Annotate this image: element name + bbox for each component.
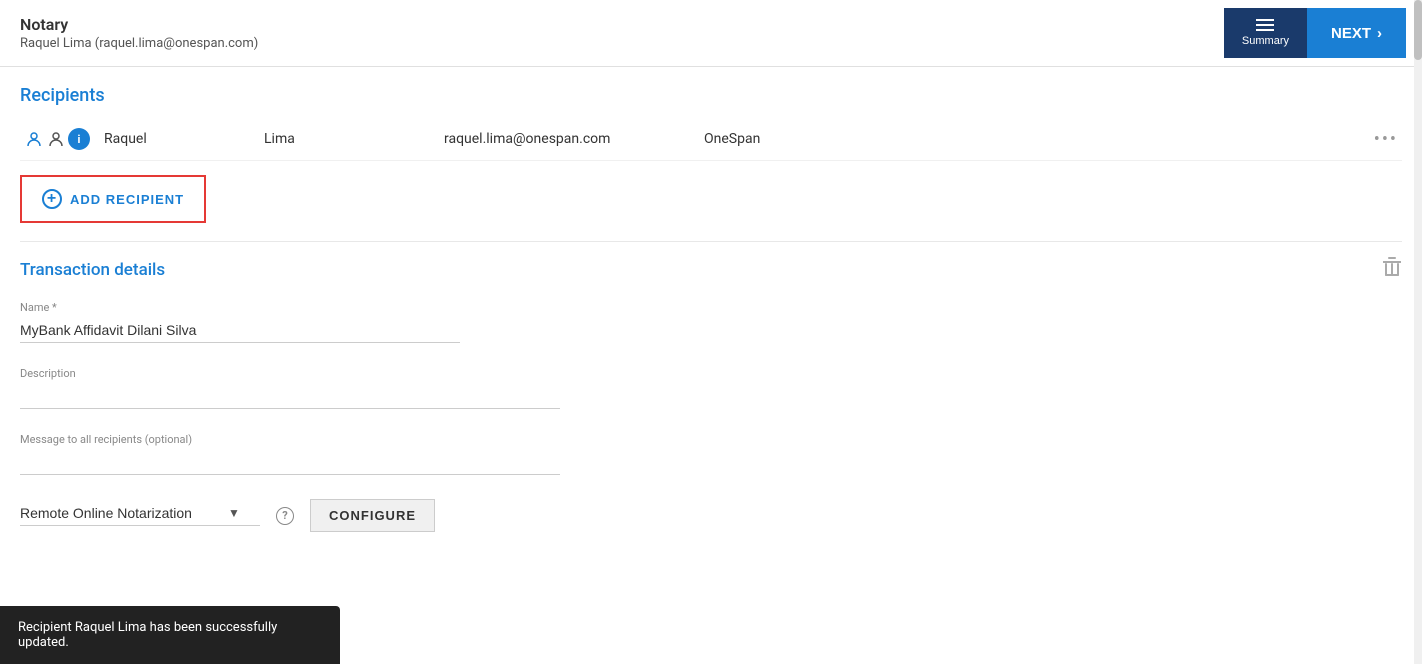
page-subtitle: Raquel Lima (raquel.lima@onespan.com): [20, 36, 258, 51]
message-input[interactable]: [20, 450, 560, 475]
header-left: Notary Raquel Lima (raquel.lima@onespan.…: [20, 15, 258, 51]
summary-button[interactable]: Summary: [1224, 8, 1307, 58]
name-input[interactable]: [20, 318, 460, 343]
next-button[interactable]: NEXT ›: [1307, 8, 1406, 58]
scrollbar-thumb[interactable]: [1414, 0, 1422, 60]
configure-button[interactable]: CONFIGURE: [310, 499, 435, 532]
add-recipient-highlight: + ADD RECIPIENT: [20, 175, 206, 223]
message-field-group: Message to all recipients (optional): [20, 433, 560, 475]
description-label: Description: [20, 367, 560, 380]
name-field-group: Name *: [20, 301, 460, 343]
summary-label: Summary: [1242, 35, 1289, 47]
add-recipient-button[interactable]: + ADD RECIPIENT: [24, 179, 202, 219]
message-label: Message to all recipients (optional): [20, 433, 560, 446]
delete-transaction-icon[interactable]: [1382, 256, 1402, 283]
notarization-type-select[interactable]: Remote Online Notarization: [20, 505, 220, 521]
recipients-section: Recipients: [20, 67, 1402, 237]
recipient-icons: i: [24, 128, 104, 150]
description-field-group: Description: [20, 367, 560, 409]
info-badge-icon: i: [68, 128, 90, 150]
recipient-row: i Raquel Lima raquel.lima@onespan.com On…: [20, 118, 1402, 161]
main-content: Recipients: [0, 67, 1422, 552]
summary-icon: [1256, 19, 1274, 33]
recipient-first-name: Raquel: [104, 131, 264, 147]
recipient-email: raquel.lima@onespan.com: [444, 131, 704, 147]
recipient-org: OneSpan: [704, 131, 1374, 147]
bottom-section: Remote Online Notarization ▼ ? CONFIGURE: [20, 499, 1402, 532]
toast-message: Recipient Raquel Lima has been successfu…: [18, 620, 277, 650]
notarization-dropdown-wrapper: Remote Online Notarization ▼: [20, 505, 260, 526]
recipient-last-name: Lima: [264, 131, 444, 147]
top-header: Notary Raquel Lima (raquel.lima@onespan.…: [0, 0, 1422, 67]
recipients-title: Recipients: [20, 67, 1402, 118]
add-icon: +: [42, 189, 62, 209]
dropdown-chevron-icon: ▼: [228, 506, 240, 520]
next-arrow-icon: ›: [1377, 25, 1382, 42]
toast-notification: Recipient Raquel Lima has been successfu…: [0, 606, 340, 664]
description-input[interactable]: [20, 384, 560, 409]
next-label: NEXT: [1331, 25, 1371, 42]
transaction-section: Transaction details Name *: [20, 246, 1402, 532]
section-divider: [20, 241, 1402, 242]
add-recipient-label: ADD RECIPIENT: [70, 192, 184, 207]
name-label: Name *: [20, 301, 460, 314]
transaction-title: Transaction details: [20, 260, 165, 280]
help-icon[interactable]: ?: [276, 507, 294, 525]
page-title: Notary: [20, 15, 258, 34]
transaction-header: Transaction details: [20, 256, 1402, 283]
page-wrapper: Notary Raquel Lima (raquel.lima@onespan.…: [0, 0, 1422, 664]
scrollbar-track: [1414, 0, 1422, 664]
person2-icon: [46, 129, 66, 149]
header-right: Summary NEXT ›: [1224, 8, 1406, 58]
person-icon: [24, 129, 44, 149]
recipient-more-menu[interactable]: •••: [1374, 129, 1398, 150]
